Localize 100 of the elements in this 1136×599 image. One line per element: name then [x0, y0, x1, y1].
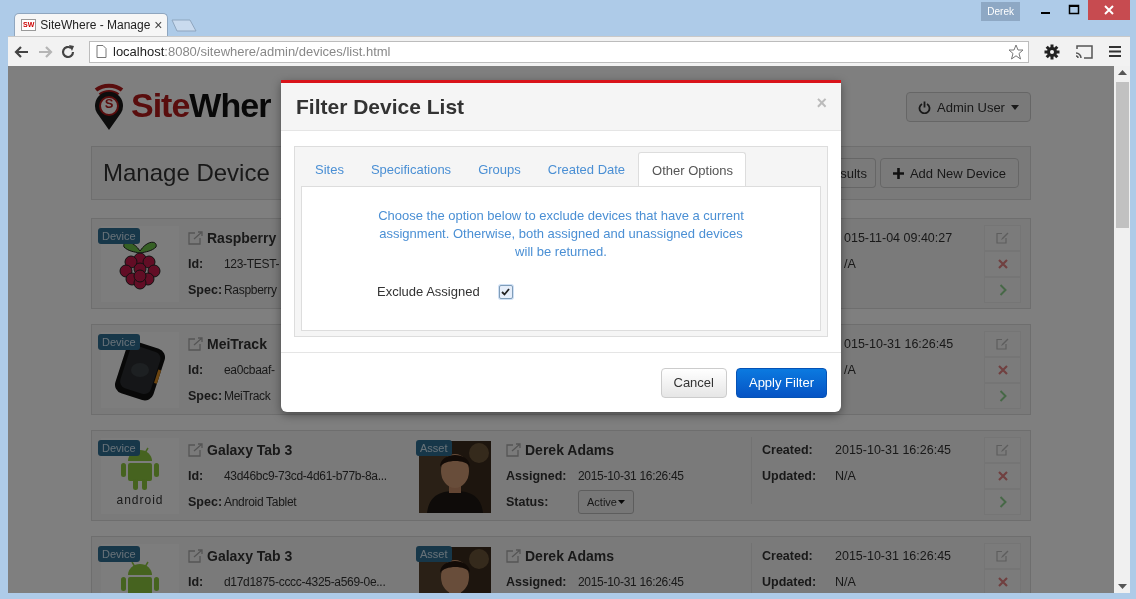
filter-tab[interactable]: Sites — [301, 152, 357, 186]
bookmark-star-icon[interactable] — [1008, 43, 1024, 60]
field-label: Created: — [762, 549, 814, 563]
new-tab-button[interactable] — [171, 19, 197, 32]
caret-icon — [1010, 104, 1019, 110]
cast-icon[interactable] — [1075, 44, 1093, 59]
asset-name[interactable]: Derek Adams — [525, 548, 614, 564]
filter-tab[interactable]: Groups — [464, 152, 534, 186]
page-icon — [96, 45, 107, 58]
delete-icon — [997, 471, 1008, 481]
asset-name[interactable]: Derek Adams — [525, 442, 614, 458]
field-label: Updated: — [762, 469, 818, 483]
logo-text: Wher — [189, 85, 271, 125]
scrollbar[interactable] — [1114, 66, 1130, 593]
scroll-up-icon[interactable] — [1117, 70, 1127, 75]
device-badge: Device — [98, 334, 140, 350]
device-badge: Device — [98, 440, 140, 456]
field-label: Id: — [188, 257, 205, 271]
edit-link-icon[interactable] — [188, 549, 203, 563]
menu-icon[interactable] — [1108, 45, 1122, 58]
android-robot-icon — [120, 559, 160, 593]
scrollbar-thumb[interactable] — [1115, 82, 1129, 228]
assigned-date: 2015-10-31 16:26:45 — [578, 469, 684, 483]
updated-date: N/A — [835, 575, 856, 589]
device-title[interactable]: Raspberry — [207, 230, 277, 246]
dialog-title: Filter Device List — [296, 94, 465, 119]
open-button[interactable] — [984, 277, 1021, 303]
chevron-right-icon — [998, 496, 1007, 508]
device-title[interactable]: MeiTrack — [207, 336, 267, 352]
asset-badge: Asset — [416, 440, 452, 456]
device-spec: Raspberry — [224, 283, 277, 297]
profile-badge[interactable]: Derek — [981, 2, 1020, 21]
apply-filter-button[interactable]: Apply Filter — [735, 367, 827, 398]
chevron-right-icon — [998, 390, 1007, 402]
edit-icon — [996, 444, 1009, 456]
edit-link-icon[interactable] — [506, 443, 521, 457]
field-label: Id: — [188, 469, 205, 483]
device-badge: Device — [98, 228, 140, 244]
asset-badge: Asset — [416, 546, 452, 562]
open-button[interactable] — [984, 383, 1021, 409]
results-button[interactable]: sults — [839, 158, 876, 188]
edit-button[interactable] — [984, 437, 1021, 463]
delete-button[interactable] — [984, 357, 1021, 383]
field-label: Spec: — [188, 389, 224, 403]
page-title: Manage Device — [103, 159, 270, 187]
add-device-button[interactable]: Add New Device — [879, 158, 1019, 188]
user-menu-button[interactable]: Admin User — [906, 92, 1031, 122]
open-button[interactable] — [984, 489, 1021, 515]
field-label: Assigned: — [506, 469, 568, 483]
created-date: 015-11-04 09:40:27 — [844, 231, 953, 245]
delete-icon — [997, 365, 1008, 375]
field-label: Status: — [506, 495, 550, 509]
delete-button[interactable] — [984, 463, 1021, 489]
field-label: Updated: — [762, 575, 818, 589]
device-title[interactable]: Galaxy Tab 3 — [207, 442, 293, 458]
assigned-date: 2015-10-31 16:26:45 — [578, 575, 684, 589]
delete-button[interactable] — [984, 569, 1021, 593]
device-badge: Device — [98, 546, 140, 562]
status-dropdown[interactable]: Active — [578, 490, 634, 514]
delete-icon — [997, 577, 1008, 587]
exclude-checkbox[interactable] — [498, 284, 513, 299]
field-label: Spec: — [188, 495, 224, 509]
close-tab-button[interactable]: × — [154, 17, 163, 33]
updated-date: /A — [844, 363, 856, 377]
filter-tab[interactable]: Other Options — [638, 152, 747, 187]
field-label: Created: — [762, 443, 814, 457]
edit-link-icon[interactable] — [188, 231, 203, 245]
edit-button[interactable] — [984, 543, 1021, 569]
filter-tab[interactable]: Specifications — [356, 152, 465, 186]
edit-link-icon[interactable] — [188, 443, 203, 457]
updated-date: /A — [844, 257, 856, 271]
device-spec: MeiTrack — [224, 389, 271, 403]
edit-button[interactable] — [984, 331, 1021, 357]
plus-icon — [892, 167, 904, 179]
created-date: 015-10-31 16:26:45 — [844, 337, 954, 351]
scroll-down-icon[interactable] — [1117, 584, 1127, 589]
device-id: 43d46bc9-73cd-4d61-b77b-8a... — [224, 469, 387, 483]
edit-link-icon[interactable] — [506, 549, 521, 563]
field-label: Id: — [188, 575, 205, 589]
logo-text: Site — [131, 85, 190, 125]
help-text: Choose the option below to exclude devices that have a current assignment. Otherwise, both assigned and unassigned devices will be returned. — [377, 207, 745, 261]
device-spec: Android Tablet — [224, 495, 297, 509]
settings-icon[interactable] — [1044, 43, 1060, 60]
edit-button[interactable] — [984, 225, 1021, 251]
filter-tab[interactable]: Created Date — [533, 152, 639, 186]
caret-icon — [617, 500, 625, 504]
option-label: Exclude Assigned — [377, 284, 480, 299]
android-wordmark: android — [116, 493, 164, 507]
reload-icon[interactable] — [60, 43, 76, 60]
delete-button[interactable] — [984, 251, 1021, 277]
device-title[interactable]: Galaxy Tab 3 — [207, 548, 293, 564]
url-text: localhost:8080/sitewhere/admin/devices/list.html — [113, 44, 392, 59]
edit-icon — [996, 338, 1009, 350]
power-icon — [918, 100, 932, 114]
back-icon[interactable] — [14, 43, 30, 60]
cancel-button[interactable]: Cancel — [660, 367, 727, 398]
close-button[interactable] — [1088, 0, 1130, 20]
address-bar[interactable]: localhost:8080/sitewhere/admin/devices/list.html — [89, 40, 1029, 63]
edit-link-icon[interactable] — [188, 337, 203, 351]
device-id: d17d1875-cccc-4325-a569-0e... — [224, 575, 386, 589]
